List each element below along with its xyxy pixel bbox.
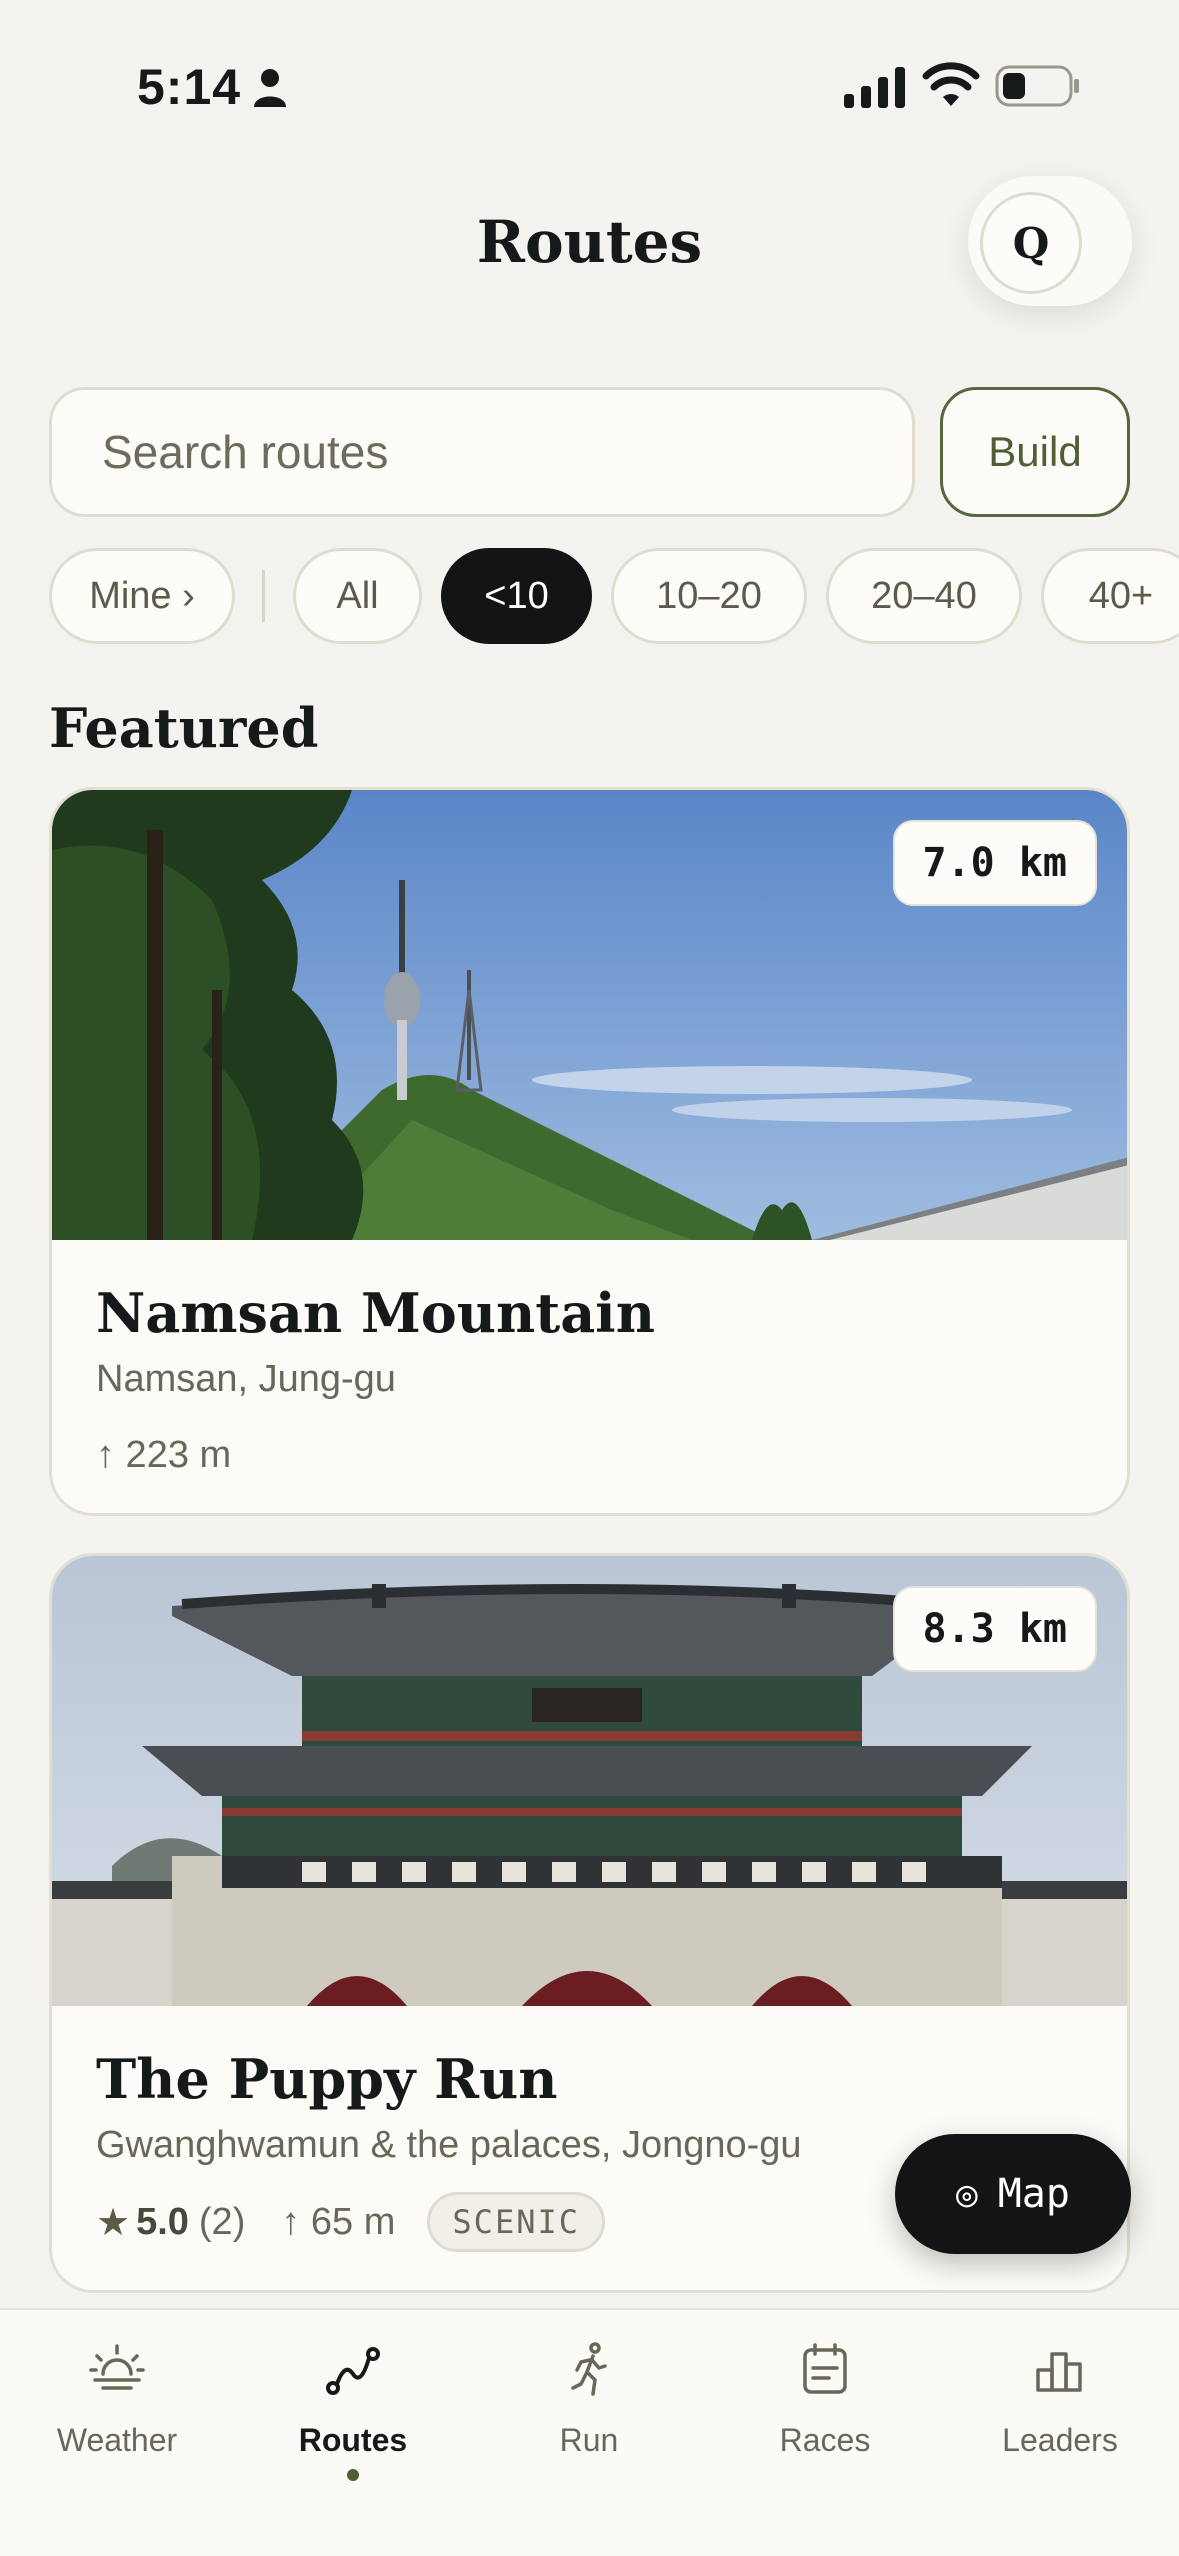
route-icon bbox=[326, 2347, 380, 2395]
status-time: 5:14 bbox=[137, 59, 242, 115]
tab-label: Races bbox=[779, 2422, 871, 2458]
active-indicator bbox=[347, 2469, 359, 2481]
filter-mine[interactable]: Mine › bbox=[49, 548, 235, 644]
avatar[interactable]: Q bbox=[980, 192, 1082, 294]
search-placeholder: Search routes bbox=[102, 426, 389, 478]
mountain-tower-photo: 7.0 km bbox=[52, 790, 1127, 1240]
featured-heading: Featured bbox=[49, 696, 319, 760]
cellular-signal-icon bbox=[844, 67, 905, 108]
rating-count: (2) bbox=[198, 2200, 246, 2243]
route-elevation: ↑ 65 m bbox=[281, 2200, 396, 2243]
star-icon: ★ bbox=[96, 2201, 131, 2244]
filter-20-40[interactable]: 20–40 bbox=[826, 548, 1022, 644]
tab-weather[interactable]: Weather bbox=[17, 2340, 217, 2459]
distance-badge: 7.0 km bbox=[892, 820, 1097, 906]
filter-10-20[interactable]: 10–20 bbox=[611, 548, 807, 644]
palace-gate-photo: 8.3 km bbox=[52, 1556, 1127, 2006]
tab-label: Leaders bbox=[1002, 2422, 1118, 2458]
tab-label: Weather bbox=[56, 2422, 178, 2458]
route-location: Gwanghwamun & the palaces, Jongno-gu bbox=[96, 2124, 802, 2166]
tab-label: Run bbox=[559, 2422, 619, 2458]
tab-bar: Weather Routes Run Races Leaders bbox=[0, 2308, 1179, 2556]
route-card-namsan[interactable]: 7.0 km Namsan Mountain Namsan, Jung-gu ↑… bbox=[49, 787, 1130, 1516]
battery-icon bbox=[995, 65, 1079, 107]
tab-leaders[interactable]: Leaders bbox=[960, 2340, 1160, 2459]
bar-chart-icon bbox=[1036, 2352, 1082, 2392]
sun-horizon-icon bbox=[89, 2344, 145, 2390]
filter-divider bbox=[262, 570, 265, 622]
filter-40-plus[interactable]: 40+ bbox=[1041, 548, 1179, 644]
map-target-icon: ◎ bbox=[956, 2173, 978, 2215]
route-title: The Puppy Run bbox=[96, 2047, 558, 2111]
route-elevation: ↑ 223 m bbox=[96, 1434, 232, 1476]
route-meta: ★ 5.0 (2) ↑ 65 m SCENIC bbox=[96, 2192, 605, 2252]
status-bar: 5:14 bbox=[0, 0, 1179, 170]
person-icon bbox=[254, 69, 286, 107]
map-button-label: Map bbox=[997, 2171, 1070, 2217]
route-location: Namsan, Jung-gu bbox=[96, 1358, 396, 1400]
distance-badge: 8.3 km bbox=[892, 1586, 1097, 1672]
rating-value: 5.0 bbox=[136, 2200, 189, 2243]
runner-icon bbox=[571, 2342, 607, 2396]
build-button[interactable]: Build bbox=[940, 387, 1130, 517]
calendar-icon bbox=[803, 2343, 847, 2394]
route-title: Namsan Mountain bbox=[96, 1281, 655, 1345]
tab-run[interactable]: Run bbox=[489, 2340, 689, 2459]
filter-under-10[interactable]: <10 bbox=[441, 548, 592, 644]
map-button[interactable]: ◎ Map bbox=[895, 2134, 1131, 2254]
tab-label: Routes bbox=[298, 2422, 408, 2458]
scenic-tag: SCENIC bbox=[427, 2192, 605, 2252]
wifi-icon bbox=[922, 62, 980, 106]
tab-races[interactable]: Races bbox=[725, 2340, 925, 2459]
filter-all[interactable]: All bbox=[293, 548, 422, 644]
search-input[interactable]: Search routes bbox=[49, 387, 915, 517]
tab-routes[interactable]: Routes bbox=[253, 2340, 453, 2481]
